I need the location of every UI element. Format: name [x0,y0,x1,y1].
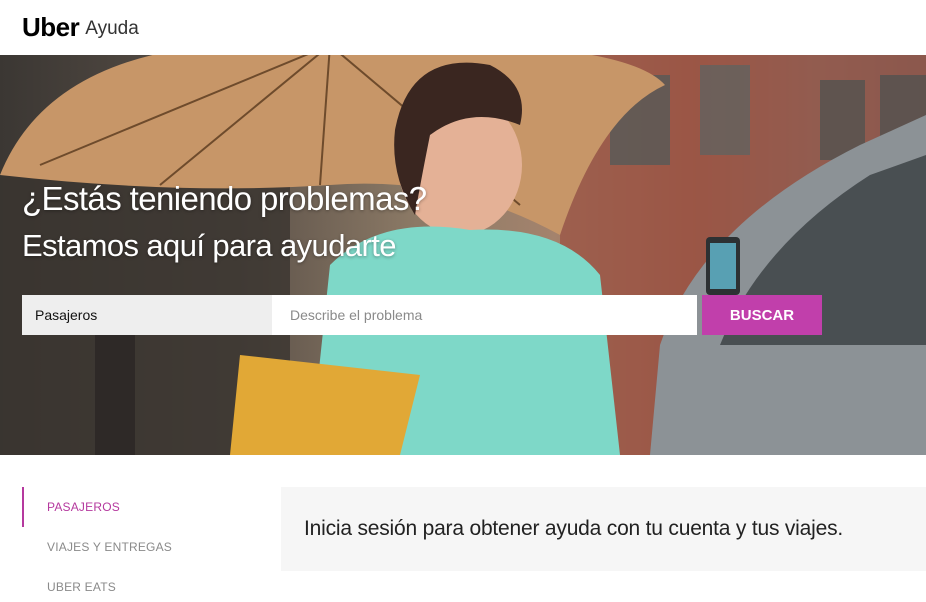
hero-banner: ¿Estás teniendo problemas? Estamos aquí … [0,55,926,455]
nav-item-uber-eats[interactable]: UBER EATS [22,567,262,602]
nav-item-viajes-entregas[interactable]: VIAJES Y ENTREGAS [22,527,262,567]
user-type-select[interactable]: Pasajeros [22,295,272,335]
problem-search-input[interactable] [272,295,697,335]
hero-subtitle: Estamos aquí para ayudarte [22,228,396,263]
signin-prompt-card[interactable]: Inicia sesión para obtener ayuda con tu … [281,487,926,571]
hero-title: ¿Estás teniendo problemas? [22,180,427,217]
help-search-bar: Pasajeros BUSCAR [22,295,822,335]
help-category-nav: PASAJEROS VIAJES Y ENTREGAS UBER EATS [22,487,262,602]
uber-logo[interactable]: Uber [22,12,80,43]
nav-item-pasajeros[interactable]: PASAJEROS [22,487,262,527]
signin-prompt-text[interactable]: Inicia sesión para obtener ayuda con tu … [304,517,843,541]
top-header: Uber Ayuda [0,0,926,55]
search-button[interactable]: BUSCAR [702,295,822,335]
help-section-label[interactable]: Ayuda [85,18,139,40]
